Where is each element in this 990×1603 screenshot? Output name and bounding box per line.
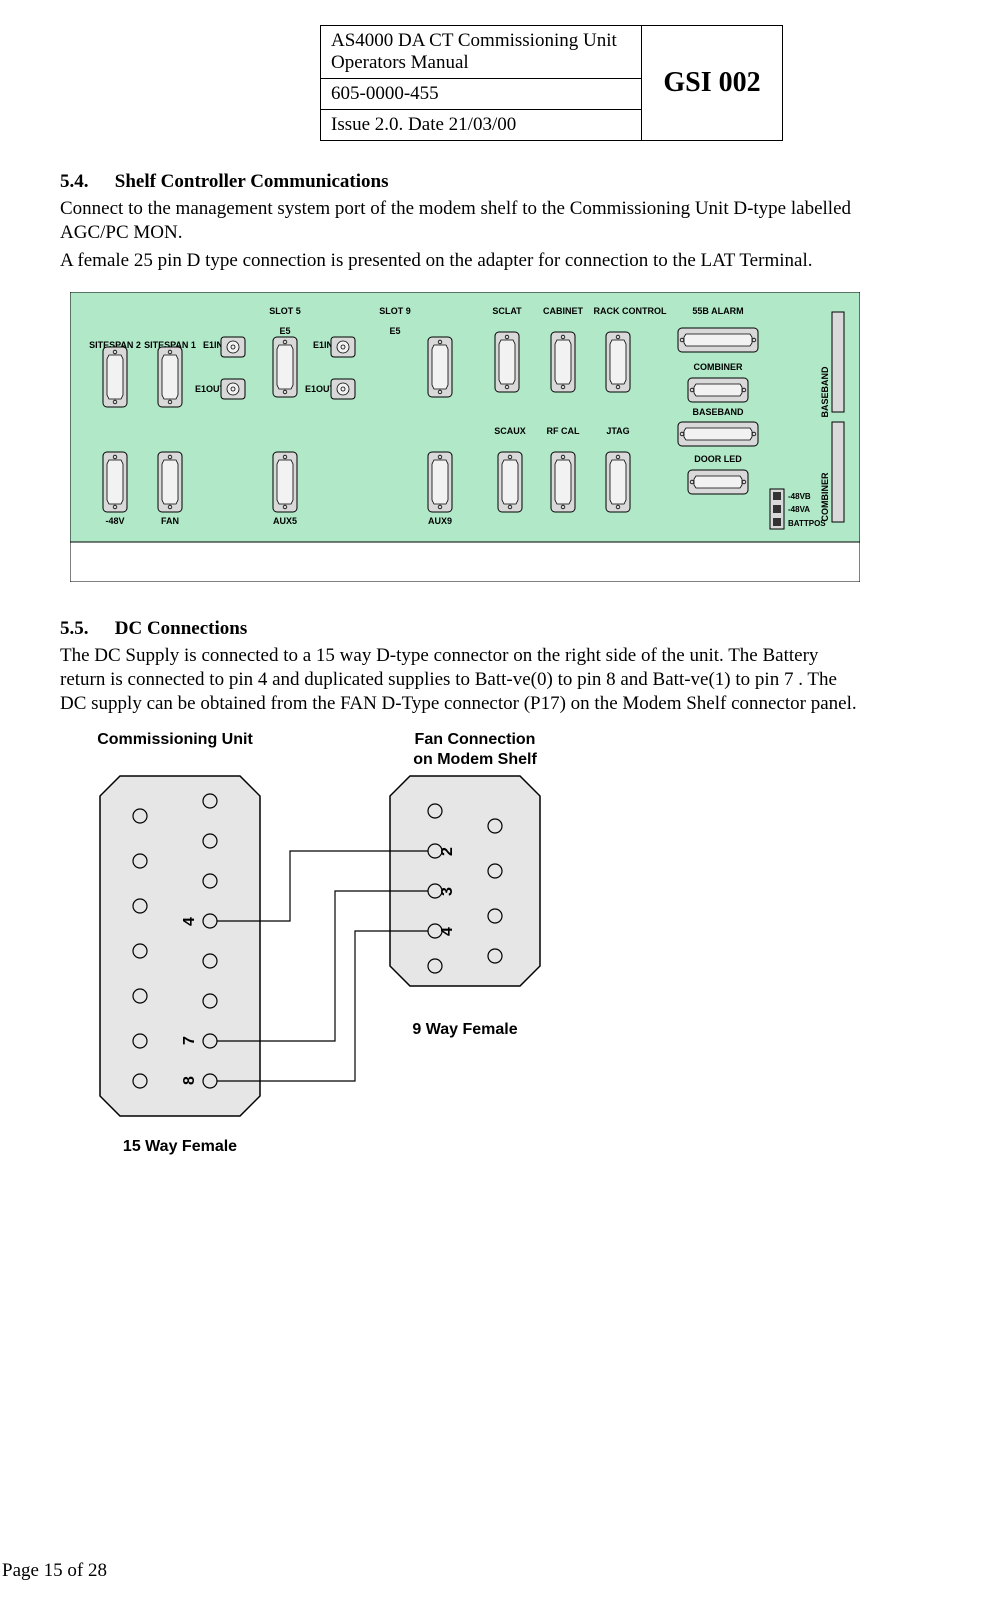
lbl-cabinet: CABINET (543, 306, 584, 316)
lbl-e1in-b: E1IN (313, 340, 333, 350)
fig-right-title2: on Modem Shelf (413, 751, 537, 768)
header-title-cell: AS4000 DA CT Commissioning Unit Operator… (321, 26, 642, 79)
sec54-p2: A female 25 pin D type connection is pre… (60, 249, 860, 273)
lbl-48vb: -48VB (788, 492, 811, 501)
header-docnum: 605-0000-455 (321, 79, 642, 110)
lbl-rfcal: RF CAL (547, 426, 580, 436)
lbl-combiner: COMBINER (694, 362, 743, 372)
lbl-doorled: DOOR LED (694, 454, 742, 464)
lbl-slot5: SLOT 5 (269, 306, 301, 316)
lbl-e1in-a: E1IN (203, 340, 223, 350)
lbl-fan: FAN (161, 516, 179, 526)
lbl-rackcontrol: RACK CONTROL (594, 306, 667, 316)
section-5-5-head: 5.5. DC Connections (60, 618, 920, 640)
sec55-num: 5.5. (60, 618, 110, 640)
sec55-title: DC Connections (115, 618, 247, 639)
pin4-right: 4 (439, 927, 456, 936)
lbl-aux5: AUX5 (273, 516, 297, 526)
lbl-side-combiner: COMBINER (820, 472, 830, 521)
lbl-sclat: SCLAT (492, 306, 522, 316)
fig-left-caption: 15 Way Female (123, 1138, 237, 1155)
lbl-slot9: SLOT 9 (379, 306, 411, 316)
pin7-left: 7 (181, 1036, 198, 1045)
pin3-right: 3 (439, 887, 456, 896)
pin4-left: 4 (181, 917, 198, 926)
connector-diagram: Commissioning Unit Fan Connection on Mod… (80, 726, 920, 1172)
panel-diagram: SLOT 5 SLOT 9 SCLAT CABINET RACK CONTROL… (70, 292, 920, 588)
fig-right-title1: Fan Connection (415, 731, 536, 748)
lbl-48va: -48VA (788, 505, 810, 514)
lbl-side-baseband: BASEBAND (820, 366, 830, 418)
pin2-right: 2 (439, 847, 456, 856)
header-title1: AS4000 DA CT Commissioning Unit (331, 30, 617, 51)
lbl-scaux: SCAUX (494, 426, 526, 436)
lbl-baseband: BASEBAND (692, 407, 744, 417)
header-title2: Operators Manual (331, 52, 469, 73)
sec55-p1: The DC Supply is connected to a 15 way D… (60, 644, 860, 715)
section-5-4-head: 5.4. Shelf Controller Communications (60, 171, 920, 193)
sec54-p1: Connect to the management system port of… (60, 197, 860, 245)
sec54-title: Shelf Controller Communications (115, 171, 389, 192)
lbl-e5-a: E5 (279, 326, 290, 336)
page-number: Page 15 of 28 (2, 1560, 107, 1582)
lbl-55b: 55B ALARM (692, 306, 743, 316)
fig-left-title: Commissioning Unit (97, 731, 253, 748)
header-issue: Issue 2.0. Date 21/03/00 (321, 110, 642, 141)
header-code: GSI 002 (642, 26, 783, 141)
lbl-jtag: JTAG (606, 426, 629, 436)
doc-header: AS4000 DA CT Commissioning Unit Operator… (320, 25, 783, 141)
sec54-num: 5.4. (60, 171, 110, 193)
lbl-aux9: AUX9 (428, 516, 452, 526)
fig-right-caption: 9 Way Female (412, 1021, 517, 1038)
pin8-left: 8 (181, 1076, 198, 1085)
lbl-e5-b: E5 (389, 326, 400, 336)
lbl-48v: -48V (105, 516, 124, 526)
